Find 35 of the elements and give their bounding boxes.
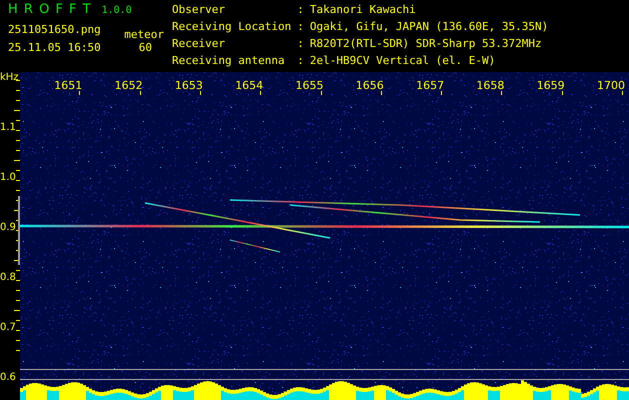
info-separator: : (297, 38, 304, 52)
unit-label: kHz (0, 72, 19, 83)
info-label: Observer (172, 4, 226, 18)
info-label: Receiver (172, 38, 226, 52)
info-separator: : (297, 21, 304, 35)
file-name: 2511051650.png (8, 22, 101, 36)
info-value: R820T2(RTL-SDR) SDR-Sharp 53.372MHz (310, 38, 543, 52)
frequency-tick-label: 1.0 (0, 172, 16, 183)
mode-value: 60 (138, 40, 152, 54)
frequency-tick-label: 0.6 (0, 372, 16, 383)
time-tick-label: 1657 (416, 79, 444, 92)
version-label: 1.0.0 (102, 5, 132, 16)
info-separator: : (297, 55, 304, 69)
time-tick-label: 1659 (536, 79, 565, 92)
time-tick-label: 1658 (476, 79, 504, 92)
app-name: H R O F F T (8, 2, 92, 17)
mode-label: meteor (124, 26, 164, 40)
info-value: Takanori Kawachi (310, 4, 417, 18)
info-value: Ogaki, Gifu, JAPAN (136.60E, 35.35N) (310, 21, 548, 35)
info-label: Receiving Location (172, 21, 292, 35)
time-tick-label: 1700 (597, 79, 625, 92)
frequency-tick-label: 0.7 (0, 322, 16, 333)
frequency-tick-label: 0.8 (0, 272, 16, 283)
info-value: 2el-HB9CV Vertical (el. E-W) (310, 55, 496, 69)
timestamp: 25.11.05 16:50 (8, 40, 101, 54)
time-tick-label: 1653 (174, 79, 203, 92)
time-tick-label: 1656 (356, 79, 384, 92)
info-separator: : (297, 4, 304, 18)
frequency-tick-label: 0.9 (0, 222, 16, 233)
frequency-tick-label: 1.1 (0, 122, 16, 133)
time-tick-label: 1651 (54, 79, 82, 92)
time-tick-label: 1654 (235, 79, 264, 92)
time-tick-label: 1652 (114, 79, 143, 92)
info-label: Receiving antenna (172, 55, 286, 69)
time-tick-label: 1655 (296, 79, 324, 92)
